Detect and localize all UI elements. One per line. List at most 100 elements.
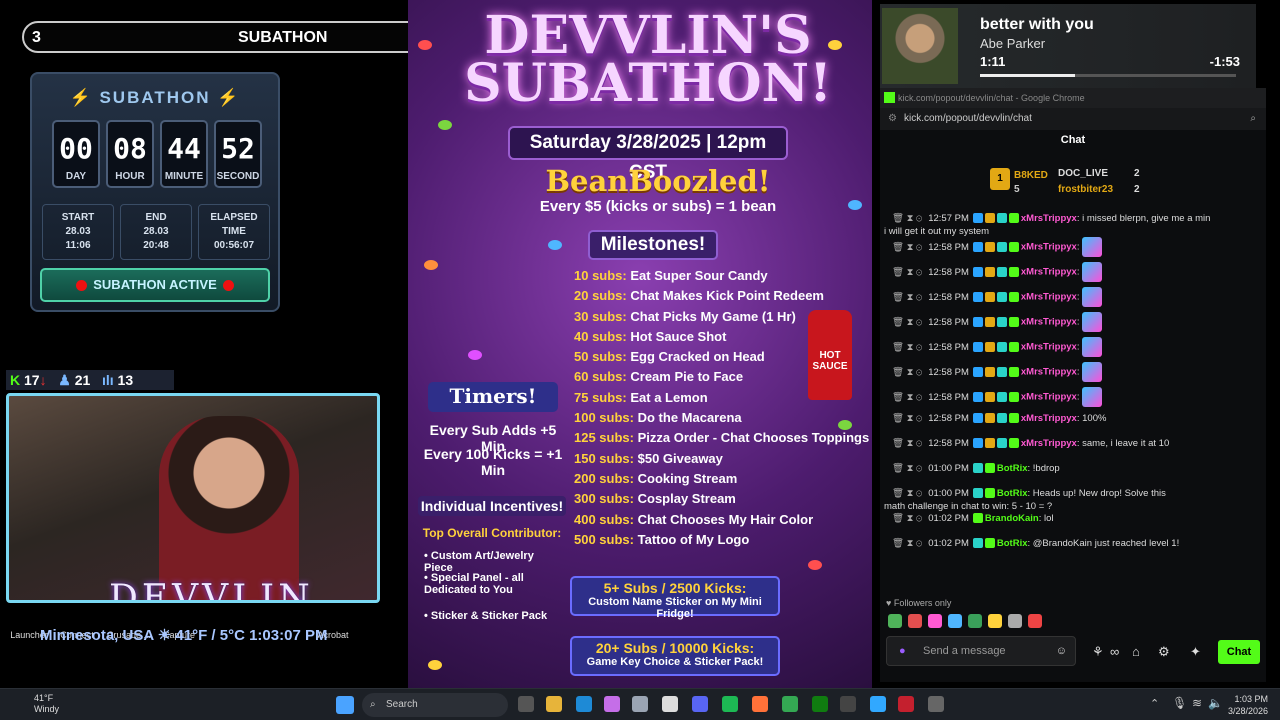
spotify-icon[interactable]: [722, 696, 738, 712]
rewards-icon[interactable]: ⚘: [1092, 644, 1104, 660]
incentives-heading: Individual Incentives!: [418, 496, 566, 516]
message-username[interactable]: xMrsTrippyx: [1021, 367, 1077, 378]
kicks-reward-title: 20+ Subs / 10000 Kicks:: [595, 640, 755, 656]
emote-icon[interactable]: [928, 614, 942, 628]
user-badge-icon: [984, 413, 995, 424]
message-username[interactable]: xMrsTrippyx: [1021, 267, 1077, 278]
leader-name[interactable]: B8KED: [1014, 170, 1048, 181]
message-username[interactable]: xMrsTrippyx: [1021, 242, 1077, 253]
moderation-tools-icon[interactable]: 🗑 ⧗ ⊙: [892, 463, 922, 474]
timer-hour-label: HOUR: [115, 171, 145, 182]
obs-icon[interactable]: [928, 696, 944, 712]
weather-desc: Windy: [34, 704, 60, 714]
emote-icon[interactable]: [1008, 614, 1022, 628]
message-username[interactable]: xMrsTrippyx: [1021, 392, 1077, 403]
moderation-tools-icon[interactable]: 🗑 ⧗ ⊙: [892, 392, 922, 403]
settings-gear-icon[interactable]: ⚙: [1158, 644, 1170, 660]
milestone-item: 200 subs: Cooking Stream: [574, 470, 738, 486]
moderation-tools-icon[interactable]: 🗑 ⧗ ⊙: [892, 342, 922, 353]
emote-icon: [1082, 362, 1103, 382]
chat-input[interactable]: ● Send a message ☺: [886, 636, 1076, 666]
address-bar[interactable]: ⚙ kick.com/popout/devvlin/chat ⌕: [880, 108, 1266, 130]
moderation-tools-icon[interactable]: 🗑 ⧗ ⊙: [892, 438, 922, 449]
discord-icon[interactable]: [692, 696, 708, 712]
timer-minute-box: 44 MINUTE: [160, 120, 208, 188]
moderation-tools-icon[interactable]: 🗑 ⧗ ⊙: [892, 367, 922, 378]
wifi-icon[interactable]: ≋: [1192, 696, 1202, 710]
message-username[interactable]: BotRix: [997, 488, 1028, 499]
app-icon[interactable]: [840, 696, 856, 712]
chrome-icon[interactable]: [782, 696, 798, 712]
message-username[interactable]: BotRix: [997, 463, 1028, 474]
message-username[interactable]: xMrsTrippyx: [1021, 342, 1077, 353]
emote-icon: [1082, 262, 1103, 282]
xbox-icon[interactable]: [812, 696, 828, 712]
taskbar-search[interactable]: ⌕ Search: [362, 693, 508, 717]
message-username[interactable]: xMrsTrippyx: [1021, 317, 1077, 328]
infinity-icon[interactable]: ∞: [1110, 644, 1119, 659]
leader-name[interactable]: frostbiter23: [1058, 184, 1113, 195]
emote-icon[interactable]: [948, 614, 962, 628]
moderation-tools-icon[interactable]: 🗑 ⧗ ⊙: [892, 267, 922, 278]
moderation-tools-icon[interactable]: 🗑 ⧗ ⊙: [892, 317, 922, 328]
emote-icon[interactable]: [888, 614, 902, 628]
message-username[interactable]: xMrsTrippyx: [1021, 438, 1077, 449]
emote-icon[interactable]: [968, 614, 982, 628]
tiktok-icon[interactable]: [662, 696, 678, 712]
site-settings-icon[interactable]: ⚙: [888, 108, 897, 130]
weather-overlay: Minnesota, USA ☀ 41°F / 5°C 1:03:07 PM: [40, 627, 328, 644]
taskbar-clock[interactable]: 1:03 PM 3/28/2026: [1228, 693, 1268, 717]
firefox-icon[interactable]: [752, 696, 768, 712]
leader-count: 2: [1134, 168, 1140, 179]
taskbar-weather[interactable]: 41°F Windy: [34, 693, 59, 715]
steam-icon[interactable]: [632, 696, 648, 712]
photos-icon[interactable]: [604, 696, 620, 712]
streamer-logo: DEVVLIN: [109, 578, 314, 603]
message-username[interactable]: xMrsTrippyx: [1021, 413, 1077, 424]
message-username[interactable]: xMrsTrippyx: [1021, 213, 1077, 224]
moderation-tools-icon[interactable]: 🗑 ⧗ ⊙: [892, 242, 922, 253]
microphone-tray-icon[interactable]: 🎙: [1172, 696, 1187, 710]
emote-icon[interactable]: [1028, 614, 1042, 628]
user-badge-icon: [984, 392, 995, 402]
user-badge-icon: [996, 267, 1007, 277]
task-view-icon[interactable]: [518, 696, 534, 712]
volume-icon[interactable]: 🔈: [1208, 696, 1223, 710]
user-badge-icon: [984, 538, 995, 549]
photoshop-icon[interactable]: [870, 696, 886, 712]
emote-icon[interactable]: [908, 614, 922, 628]
message-username[interactable]: BrandoKain: [985, 513, 1039, 524]
incentive-item: • Custom Art/Jewelry Piece: [424, 550, 534, 574]
store-icon[interactable]: ⌂: [1132, 644, 1140, 659]
moderation-tools-icon[interactable]: 🗑 ⧗ ⊙: [892, 513, 922, 524]
emote-bar[interactable]: [888, 614, 1128, 630]
search-icon[interactable]: ⌕: [1250, 108, 1256, 130]
user-badge-icon: [972, 413, 983, 424]
user-badge-icon: [1008, 392, 1019, 402]
emote-icon[interactable]: [988, 614, 1002, 628]
subathon-timer-panel: ⚡ SUBATHON ⚡ 00 DAY 08 HOUR 44 MINUTE 52 SEC…: [30, 72, 280, 312]
message-username[interactable]: BotRix: [997, 538, 1028, 549]
moderation-tools-icon[interactable]: 🗑 ⧗ ⊙: [892, 538, 922, 549]
moderation-tools-icon[interactable]: 🗑 ⧗ ⊙: [892, 488, 922, 499]
emoji-icon[interactable]: ☺: [1056, 637, 1067, 665]
file-explorer-icon[interactable]: [546, 696, 562, 712]
followers-only-notice: ♥ Followers only: [886, 598, 952, 608]
edge-icon[interactable]: [576, 696, 592, 712]
moderation-tools-icon[interactable]: 🗑 ⧗ ⊙: [892, 213, 922, 224]
chat-send-button[interactable]: Chat: [1218, 640, 1260, 664]
gift-icon[interactable]: ✦: [1190, 644, 1201, 660]
message-time: 01:02 PM: [928, 513, 969, 524]
moderation-tools-icon[interactable]: 🗑 ⧗ ⊙: [892, 292, 922, 303]
windows-start-icon[interactable]: [336, 696, 354, 714]
chat-message: 🗑 ⧗ ⊙ 12:58 PM xMrsTrippyx:: [880, 287, 1266, 312]
beanboozled-subtitle: Every $5 (kicks or subs) = 1 bean: [539, 198, 777, 215]
moderation-tools-icon[interactable]: 🗑 ⧗ ⊙: [892, 413, 922, 424]
tray-chevron-icon[interactable]: ⌃: [1150, 697, 1159, 710]
leader-name[interactable]: DOC_LIVE: [1058, 168, 1108, 179]
microphone-icon[interactable]: ●: [899, 637, 906, 665]
app-red-icon[interactable]: [898, 696, 914, 712]
emote-icon: [1082, 287, 1103, 307]
message-username[interactable]: xMrsTrippyx: [1021, 292, 1077, 303]
message-text: :: [1076, 266, 1080, 278]
